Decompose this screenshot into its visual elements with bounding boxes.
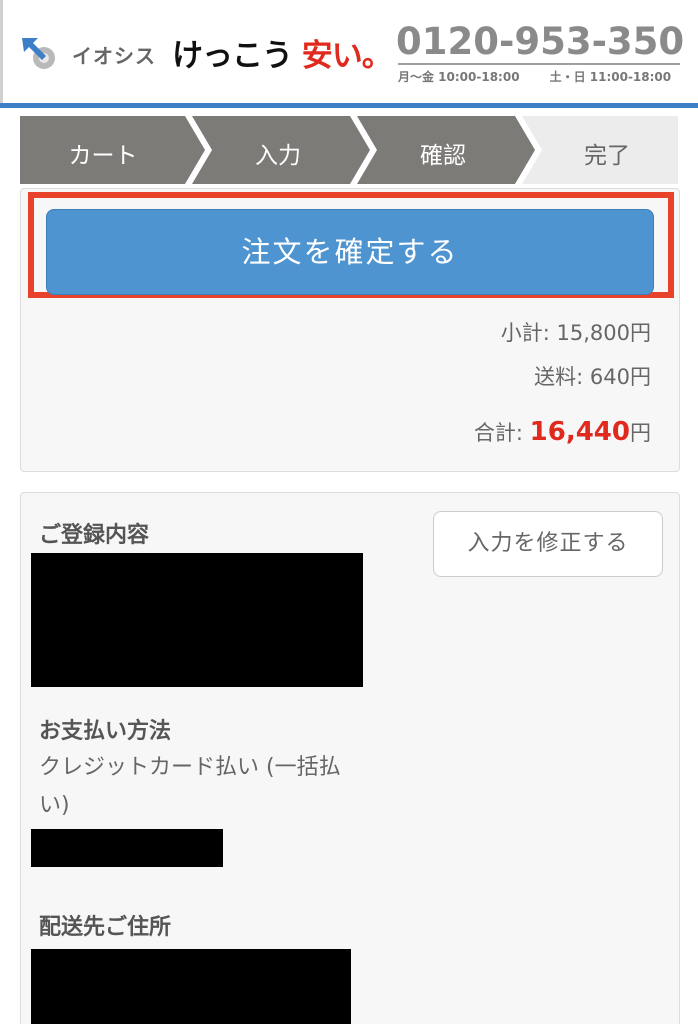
total-unit: 円 — [630, 421, 651, 445]
payment-method-text: クレジットカード払い (一括払い) — [39, 755, 341, 818]
business-hours: 月〜金 10:00-18:00 土・日 11:00-18:00 — [398, 68, 671, 85]
shipping-value: 640円 — [589, 365, 651, 389]
confirm-order-button[interactable]: 注文を確定する — [46, 209, 654, 295]
redacted-shipping-address — [31, 949, 351, 1024]
shipping-row: 送料: 640円 — [534, 361, 651, 391]
redacted-registration-info — [31, 553, 363, 687]
hours-weekend: 土・日 11:00-18:00 — [549, 70, 672, 84]
total-row: 合計: 16,440円 — [474, 417, 651, 447]
registration-title: ご登録内容 — [39, 523, 150, 548]
shipping-label: 送料: — [534, 365, 590, 389]
edit-input-button[interactable]: 入力を修正する — [433, 511, 663, 577]
checkout-steps: カート 入力 確認 完了 — [20, 116, 678, 184]
hours-weekday: 月〜金 10:00-18:00 — [398, 70, 520, 84]
total-label: 合計: — [473, 421, 530, 445]
confirm-highlight: 注文を確定する — [28, 192, 674, 298]
order-details-box: 入力を修正する ご登録内容 お支払い方法 クレジットカード払い (一括払い) 配… — [20, 492, 680, 1024]
brand-slogan[interactable]: けっこう 安い。 — [172, 30, 393, 75]
header-left-rule — [0, 0, 3, 108]
step-input: 入力 — [255, 143, 301, 169]
shipping-address-title: 配送先ご住所 — [39, 915, 172, 940]
brand-slogan-accent: 安い。 — [301, 38, 393, 74]
logo-icon[interactable] — [18, 32, 62, 76]
step-confirm: 確認 — [420, 143, 466, 169]
step-complete: 完了 — [584, 143, 630, 169]
brand-slogan-main: けっこう — [172, 38, 293, 74]
redacted-payment-info — [31, 829, 223, 867]
payment-method-title: お支払い方法 — [39, 719, 172, 744]
subtotal-row: 小計: 15,800円 — [501, 317, 651, 347]
subtotal-value: 15,800円 — [556, 321, 651, 345]
brand-name-small: イオシス — [72, 44, 156, 68]
step-cart: カート — [68, 143, 138, 169]
subtotal-label: 小計: — [500, 321, 557, 345]
header-accent-bar — [0, 103, 698, 108]
order-summary-box: 注文を確定する 小計: 15,800円 送料: 640円 合計: 16,440円 — [20, 188, 680, 472]
total-value: 16,440 — [529, 417, 630, 447]
site-header: イオシス けっこう 安い。 0120-953-350 月〜金 10:00-18:… — [0, 0, 698, 108]
phone-number[interactable]: 0120-953-350 — [396, 20, 684, 63]
phone-underline — [398, 63, 680, 65]
